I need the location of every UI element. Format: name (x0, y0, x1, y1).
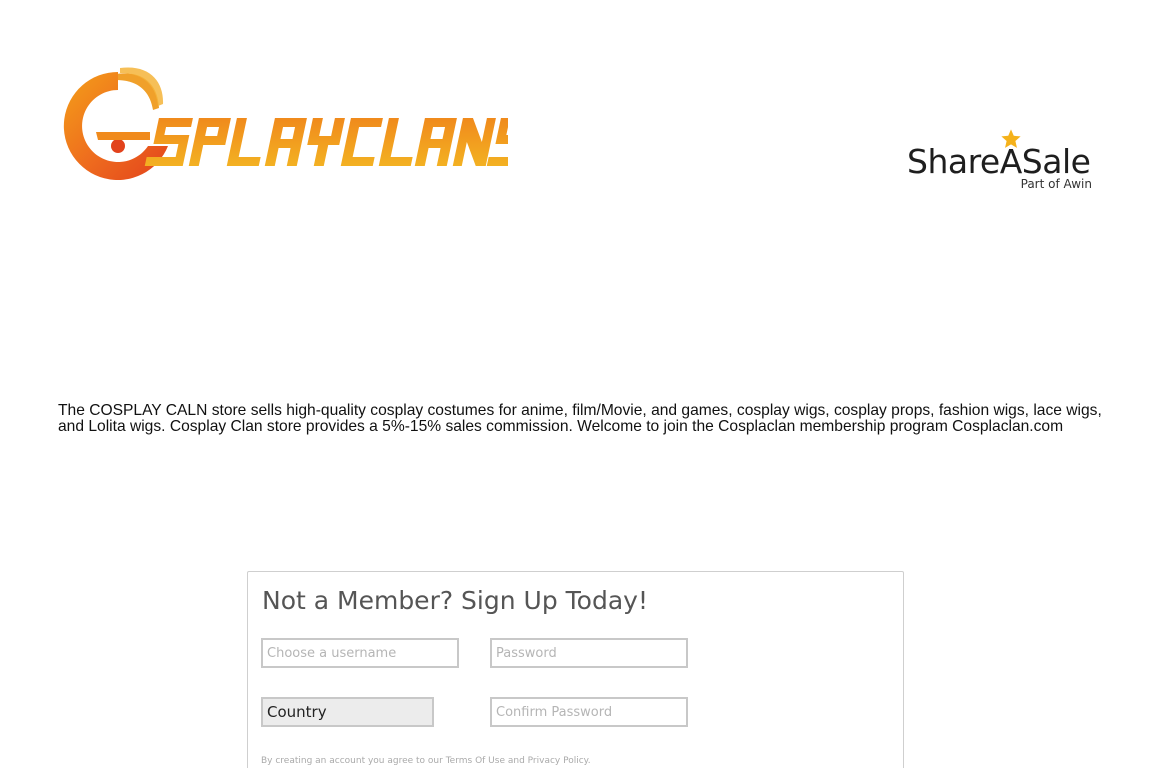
privacy-policy-link[interactable]: Privacy Policy (528, 756, 588, 766)
terms-and: and (505, 756, 528, 766)
country-select[interactable]: Country (261, 697, 434, 727)
shareasale-name: ShareASale (907, 142, 1091, 181)
page: COSPLAYCLANS (0, 0, 1152, 768)
terms-notice: By creating an account you agree to our … (261, 756, 591, 766)
shareasale-logo: ShareASale Part of Awin (904, 126, 1100, 196)
terms-prefix: By creating an account you agree to our (261, 756, 446, 766)
store-description: The COSPLAY CALN store sells high-qualit… (58, 402, 1102, 435)
confirm-password-input[interactable] (490, 697, 688, 727)
terms-suffix: . (587, 756, 591, 766)
country-select-value: Country (267, 703, 327, 721)
password-input[interactable] (490, 638, 688, 668)
shareasale-tagline: Part of Awin (1020, 177, 1092, 191)
username-input[interactable] (261, 638, 459, 668)
signup-title: Not a Member? Sign Up Today! (262, 586, 648, 615)
signup-panel: Not a Member? Sign Up Today! Country By … (247, 571, 904, 768)
terms-of-use-link[interactable]: Terms Of Use (446, 756, 505, 766)
cosplayclans-logo: COSPLAYCLANS (58, 66, 508, 186)
